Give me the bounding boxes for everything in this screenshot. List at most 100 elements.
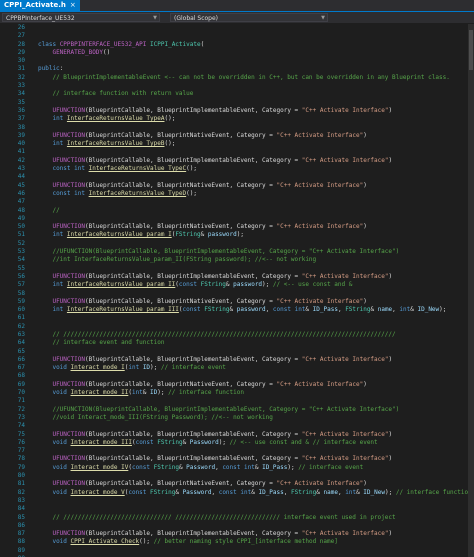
code-line[interactable]: 85 // ////////////////////////////// ///… — [0, 514, 468, 522]
code-line[interactable]: 64 // interface event and function — [0, 339, 468, 347]
code-line[interactable]: 43 const int InterfaceReturnsValue_TypeC… — [0, 165, 468, 173]
code-line[interactable]: 33 — [0, 82, 468, 90]
code-line[interactable]: 72 //UFUNCTION(BlueprintCallable, Bluepr… — [0, 406, 468, 414]
code-line[interactable]: 53 //UFUNCTION(BlueprintCallable, Bluepr… — [0, 248, 468, 256]
code-line[interactable]: 74 — [0, 422, 468, 430]
code-line[interactable]: 57 int InterfaceReturnsValue_param_II(co… — [0, 281, 468, 289]
code-line[interactable]: 26 — [0, 24, 468, 32]
line-number: 60 — [17, 306, 25, 314]
code-line[interactable]: 42 UFUNCTION(BlueprintCallable, Blueprin… — [0, 157, 468, 165]
code-line[interactable]: 67 void Interact_mode_I(int ID); // inte… — [0, 364, 468, 372]
code-line[interactable]: 76 void Interact_mode_III(const FString&… — [0, 439, 468, 447]
code-line[interactable]: 87 UFUNCTION(BlueprintCallable, Blueprin… — [0, 530, 468, 538]
code-line[interactable]: 71 — [0, 397, 468, 405]
code-line[interactable]: 39 UFUNCTION(BlueprintCallable, Blueprin… — [0, 132, 468, 140]
code-line[interactable]: 55 — [0, 265, 468, 273]
line-number: 51 — [17, 231, 25, 239]
code-text: GENERATED_BODY() — [52, 48, 111, 56]
code-text: public: — [38, 65, 64, 73]
code-line[interactable]: 63 // //////////////////////////////////… — [0, 331, 468, 339]
code-line[interactable]: 75 UFUNCTION(BlueprintCallable, Blueprin… — [0, 431, 468, 439]
tab-cppi-activate[interactable]: CPPI_Activate.h × — [0, 0, 80, 11]
code-text: // BlueprintImplementableEvent <-- can n… — [52, 73, 450, 81]
code-line[interactable]: 77 — [0, 447, 468, 455]
line-number: 26 — [17, 24, 25, 31]
code-line[interactable]: 27 — [0, 32, 468, 40]
code-line[interactable]: 54 //int InterfaceReturnsValue_param_II(… — [0, 256, 468, 264]
code-text: const int InterfaceReturnsValue_TypeC(); — [52, 165, 197, 173]
code-line[interactable]: 70 void Interact_mode_II(int& ID); // in… — [0, 389, 468, 397]
code-line[interactable]: 28 class CPPBPINTERFACE_UE532_API ICPPI_A… — [0, 41, 468, 49]
code-line[interactable]: 62 — [0, 323, 468, 331]
line-number: 49 — [17, 214, 25, 222]
code-text: UFUNCTION(BlueprintCallable, BlueprintIm… — [52, 355, 393, 363]
code-line[interactable]: 59 UFUNCTION(BlueprintCallable, Blueprin… — [0, 298, 468, 306]
code-line[interactable]: 73 //void Interact_mode_III(FString Pass… — [0, 414, 468, 422]
code-line[interactable]: 38 — [0, 124, 468, 132]
code-line[interactable]: 69 UFUNCTION(BlueprintCallable, Blueprin… — [0, 381, 468, 389]
code-line[interactable]: 56 UFUNCTION(BlueprintCallable, Blueprin… — [0, 273, 468, 281]
code-line[interactable]: 80 — [0, 472, 468, 480]
code-editor[interactable]: 26 27 28 class CPPBPINTERFACE_UE532_API ICP… — [0, 24, 468, 557]
line-number: 64 — [17, 339, 25, 347]
code-line[interactable]: 32 // BlueprintImplementableEvent <-- ca… — [0, 74, 468, 82]
line-number: 75 — [17, 430, 25, 438]
code-line[interactable]: 84 — [0, 505, 468, 513]
line-number: 67 — [17, 364, 25, 372]
code-line[interactable]: 47 — [0, 198, 468, 206]
code-line[interactable]: 35 — [0, 99, 468, 107]
line-number: 31 — [17, 65, 25, 73]
code-line[interactable]: 65 — [0, 348, 468, 356]
line-number: 68 — [17, 372, 25, 380]
scrollbar-thumb[interactable] — [469, 30, 473, 70]
code-line[interactable]: 81 UFUNCTION(BlueprintCallable, Blueprin… — [0, 480, 468, 488]
line-number: 41 — [17, 148, 25, 156]
code-line[interactable]: 83 — [0, 497, 468, 505]
line-number: 36 — [17, 106, 25, 114]
code-line[interactable]: 79 void Interact_mode_IV(const FString& … — [0, 464, 468, 472]
code-line[interactable]: 48 // — [0, 207, 468, 215]
code-line[interactable]: 41 — [0, 148, 468, 156]
code-text: // — [52, 206, 60, 214]
code-line[interactable]: 46 const int InterfaceReturnsValue_TypeD… — [0, 190, 468, 198]
code-line[interactable]: 78 UFUNCTION(BlueprintCallable, Blueprin… — [0, 455, 468, 463]
line-number: 81 — [17, 480, 25, 488]
code-text: UFUNCTION(BlueprintCallable, BlueprintNa… — [52, 223, 367, 231]
project-dropdown[interactable]: CPPBPInterface_UE532 ▼ — [2, 13, 160, 22]
line-number: 79 — [17, 463, 25, 471]
code-line[interactable]: 66 UFUNCTION(BlueprintCallable, Blueprin… — [0, 356, 468, 364]
code-line[interactable]: 45 UFUNCTION(BlueprintCallable, Blueprin… — [0, 182, 468, 190]
code-line[interactable]: 86 — [0, 522, 468, 530]
code-text: UFUNCTION(BlueprintCallable, BlueprintNa… — [52, 131, 367, 139]
code-line[interactable]: 36 UFUNCTION(BlueprintCallable, Blueprin… — [0, 107, 468, 115]
code-line[interactable]: 68 — [0, 372, 468, 380]
code-text: UFUNCTION(BlueprintCallable, BlueprintIm… — [52, 530, 393, 538]
code-text: UFUNCTION(BlueprintCallable, BlueprintNa… — [52, 380, 367, 388]
code-line[interactable]: 52 — [0, 240, 468, 248]
code-line[interactable]: 89 — [0, 547, 468, 555]
code-line[interactable]: 40 int InterfaceReturnsValue_TypeB(); — [0, 140, 468, 148]
code-line[interactable]: 31 public: — [0, 65, 468, 73]
tab-bar: CPPI_Activate.h × — [0, 0, 474, 12]
code-line[interactable]: 29 GENERATED_BODY() — [0, 49, 468, 57]
navigation-bar: CPPBPInterface_UE532 ▼ (Global Scope) ▼ — [0, 12, 474, 23]
close-icon[interactable]: × — [70, 0, 76, 11]
code-line[interactable]: 58 — [0, 290, 468, 298]
code-line[interactable]: 82 void Interact_mode_V(const FString& P… — [0, 489, 468, 497]
code-line[interactable]: 60 int InterfaceReturnsValue_param_III(c… — [0, 306, 468, 314]
scope-dropdown[interactable]: (Global Scope) ▼ — [170, 13, 328, 22]
code-line[interactable]: 30 — [0, 57, 468, 65]
code-line[interactable]: 88 void CPPI_Activate_Check(); // better… — [0, 538, 468, 546]
line-number: 47 — [17, 198, 25, 206]
code-line[interactable]: 61 — [0, 314, 468, 322]
code-line[interactable]: 51 int InterfaceReturnsValue_param_I(FSt… — [0, 231, 468, 239]
code-text: UFUNCTION(BlueprintCallable, BlueprintIm… — [52, 430, 393, 438]
code-line[interactable]: 37 int InterfaceReturnsValue_TypeA(); — [0, 115, 468, 123]
vertical-scrollbar[interactable] — [468, 24, 474, 557]
code-line[interactable]: 34 // interface function with return val… — [0, 90, 468, 98]
code-text: int InterfaceReturnsValue_TypeA(); — [52, 115, 176, 123]
line-number: 58 — [17, 289, 25, 297]
code-line[interactable]: 49 — [0, 215, 468, 223]
code-line[interactable]: 50 UFUNCTION(BlueprintCallable, Blueprin… — [0, 223, 468, 231]
code-line[interactable]: 44 — [0, 173, 468, 181]
